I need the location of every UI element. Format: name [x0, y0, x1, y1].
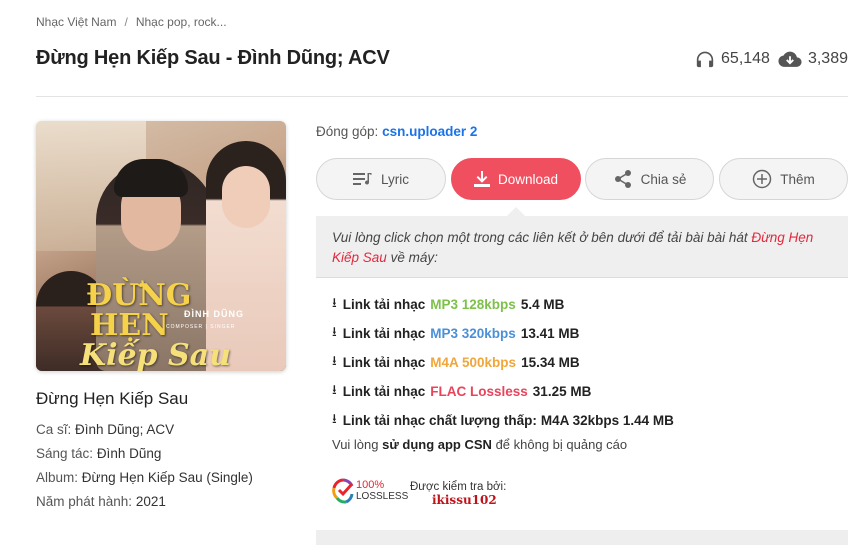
- singer-label: Ca sĩ:: [36, 422, 72, 437]
- download-link-prefix: Link tải nhạc chất lượng thấp:: [342, 413, 537, 428]
- app-note: Vui lòng sử dụng app CSN để không bị quả…: [332, 437, 627, 452]
- page-title: Đừng Hẹn Kiếp Sau - Đình Dũng; ACV: [36, 47, 390, 69]
- composer-link[interactable]: Đình Dũng: [97, 446, 162, 461]
- song-name: Đừng Hẹn Kiếp Sau: [36, 389, 189, 408]
- header-divider: [36, 96, 848, 97]
- breadcrumb: Nhạc Việt Nam / Nhạc pop, rock...: [36, 15, 227, 29]
- download-link-m4a-500[interactable]: ⭳ Link tải nhạc M4A 500kbps 15.34 MB: [332, 348, 674, 377]
- breadcrumb-item-pop-rock[interactable]: Nhạc pop, rock...: [136, 15, 227, 29]
- album-row: Album: Đừng Hẹn Kiếp Sau (Single): [36, 470, 253, 485]
- contributor-link[interactable]: csn.uploader 2: [382, 124, 477, 139]
- album-link[interactable]: Đừng Hẹn Kiếp Sau (Single): [82, 470, 253, 485]
- download-link-format: M4A 500kbps: [430, 355, 517, 370]
- download-link-format: MP3 128kbps: [430, 297, 516, 312]
- download-link-prefix: Link tải nhạc: [342, 297, 426, 312]
- cover-artist-subtitle: COMPOSER | SINGER: [166, 324, 236, 330]
- download-link-prefix: Link tải nhạc: [342, 326, 426, 341]
- download-arrow-icon: ⭳: [332, 295, 337, 310]
- year-row: Năm phát hành: 2021: [36, 494, 166, 509]
- download-link-mp3-128[interactable]: ⭳ Link tải nhạc MP3 128kbps 5.4 MB: [332, 290, 674, 319]
- contributor-label: Đóng góp:: [316, 124, 379, 139]
- download-note: Vui lòng click chọn một trong các liên k…: [332, 228, 832, 268]
- download-link-size: 31.25 MB: [532, 384, 592, 399]
- download-button[interactable]: Download: [451, 158, 581, 200]
- download-link-size: 5.4 MB: [520, 297, 565, 312]
- download-note-text: Vui lòng click chọn một trong các liên k…: [332, 230, 748, 245]
- download-link-prefix: Link tải nhạc: [342, 355, 426, 370]
- more-button[interactable]: Thêm: [719, 158, 848, 200]
- download-arrow-icon: ⭳: [332, 411, 337, 426]
- cover-title-line1: ĐỪNG: [86, 278, 192, 313]
- album-label: Album:: [36, 470, 79, 485]
- download-links: ⭳ Link tải nhạc MP3 128kbps 5.4 MB ⭳ Lin…: [332, 290, 674, 435]
- download-link-low-quality[interactable]: ⭳ Link tải nhạc chất lượng thấp: M4A 32k…: [332, 406, 674, 435]
- download-count-value: 3,389: [807, 50, 848, 67]
- bottom-panel: [316, 530, 848, 545]
- composer-row: Sáng tác: Đình Dũng: [36, 446, 161, 461]
- lossless-badge: 100% LOSSLESS: [332, 476, 408, 506]
- download-link-size: 13.41 MB: [520, 326, 580, 341]
- download-link-prefix: Link tải nhạc: [342, 384, 426, 399]
- listen-count: 65,148: [695, 50, 770, 68]
- lossless-check-icon: [332, 478, 354, 504]
- listen-count-value: 65,148: [721, 50, 770, 67]
- breadcrumb-item-vietnam[interactable]: Nhạc Việt Nam: [36, 15, 116, 29]
- breadcrumb-separator: /: [124, 15, 128, 29]
- composer-label: Sáng tác:: [36, 446, 94, 461]
- headphones-icon: [696, 51, 714, 68]
- more-button-label: Thêm: [780, 171, 815, 187]
- cover-figure-right-face: [222, 166, 270, 228]
- download-link-size: M4A 32kbps 1.44 MB: [540, 413, 674, 428]
- lossless-word: LOSSLESS: [356, 491, 409, 502]
- download-instructions: Vui lòng click chọn một trong các liên k…: [316, 216, 848, 278]
- download-icon: [473, 171, 490, 187]
- download-arrow-icon: ⭳: [332, 324, 337, 339]
- download-link-mp3-320[interactable]: ⭳ Link tải nhạc MP3 320kbps 13.41 MB: [332, 319, 674, 348]
- lossless-label: 100% LOSSLESS: [356, 479, 409, 503]
- checked-by: Được kiểm tra bởi: ikissu102: [410, 481, 506, 507]
- song-stats: 65,148 3,389: [687, 50, 848, 68]
- download-button-label: Download: [497, 171, 559, 187]
- lyric-button[interactable]: Lyric: [316, 158, 446, 200]
- share-button[interactable]: Chia sẻ: [585, 158, 714, 200]
- download-link-format: FLAC Lossless: [430, 384, 528, 399]
- album-cover[interactable]: ĐỪNG HẸN Kiếp Sau ĐÌNH DŨNG COMPOSER | S…: [36, 121, 286, 371]
- download-note-suffix: về máy:: [390, 250, 438, 265]
- download-arrow-icon: ⭳: [332, 353, 337, 368]
- lyric-button-label: Lyric: [380, 171, 409, 187]
- singer-row: Ca sĩ: Đình Dũng; ACV: [36, 422, 174, 437]
- download-arrow-icon: ⭳: [332, 382, 337, 397]
- download-link-format: MP3 320kbps: [430, 326, 516, 341]
- singer-link[interactable]: Đình Dũng; ACV: [75, 422, 174, 437]
- checked-by-label: Được kiểm tra bởi:: [410, 481, 507, 493]
- contributor: Đóng góp: csn.uploader 2: [316, 124, 477, 139]
- app-note-post: để không bị quảng cáo: [495, 437, 628, 452]
- download-link-flac[interactable]: ⭳ Link tải nhạc FLAC Lossless 31.25 MB: [332, 377, 674, 406]
- download-count: 3,389: [778, 50, 848, 68]
- plus-circle-icon: [752, 169, 772, 189]
- app-note-bold[interactable]: sử dụng app CSN: [382, 437, 492, 452]
- cover-artist-name: ĐÌNH DŨNG: [184, 309, 244, 319]
- year-value: 2021: [135, 494, 166, 509]
- year-label: Năm phát hành:: [36, 494, 133, 509]
- download-link-size: 15.34 MB: [521, 355, 580, 370]
- cover-figure-singer-hair: [114, 159, 188, 197]
- app-note-pre: Vui lòng: [332, 437, 379, 452]
- share-icon: [614, 170, 631, 188]
- cover-title-line3: Kiếp Sau: [80, 338, 231, 371]
- cloud-download-icon: [778, 51, 802, 67]
- checked-by-user[interactable]: ikissu102: [432, 493, 506, 507]
- lyric-icon: [352, 173, 372, 185]
- lossless-pct: 100%: [356, 479, 385, 491]
- share-button-label: Chia sẻ: [640, 171, 687, 187]
